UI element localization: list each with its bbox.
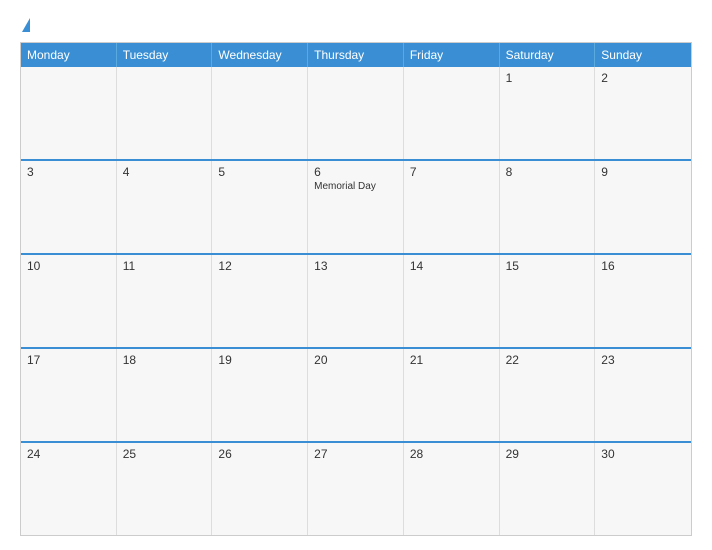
day-number: 3	[27, 165, 110, 179]
day-cell: 18	[117, 349, 213, 441]
day-number: 25	[123, 447, 206, 461]
day-cell: 29	[500, 443, 596, 535]
day-number: 15	[506, 259, 589, 273]
calendar-page: MondayTuesdayWednesdayThursdayFridaySatu…	[0, 0, 712, 550]
day-number: 26	[218, 447, 301, 461]
day-number: 21	[410, 353, 493, 367]
day-cell: 20	[308, 349, 404, 441]
day-header-monday: Monday	[21, 43, 117, 67]
day-number: 5	[218, 165, 301, 179]
day-number: 4	[123, 165, 206, 179]
day-cell: 11	[117, 255, 213, 347]
day-cell: 15	[500, 255, 596, 347]
day-cell: 27	[308, 443, 404, 535]
day-number: 1	[506, 71, 589, 85]
calendar-grid: MondayTuesdayWednesdayThursdayFridaySatu…	[20, 42, 692, 536]
day-cell: 12	[212, 255, 308, 347]
day-event: Memorial Day	[314, 181, 397, 192]
day-cell: 10	[21, 255, 117, 347]
day-cell: 7	[404, 161, 500, 253]
day-cell: 13	[308, 255, 404, 347]
day-number: 23	[601, 353, 685, 367]
day-cell: 2	[595, 67, 691, 159]
day-number: 27	[314, 447, 397, 461]
day-header-thursday: Thursday	[308, 43, 404, 67]
day-header-wednesday: Wednesday	[212, 43, 308, 67]
day-number: 18	[123, 353, 206, 367]
day-cell	[117, 67, 213, 159]
week-row-2: 3456 Memorial Day 789	[21, 159, 691, 253]
day-cell: 6 Memorial Day	[308, 161, 404, 253]
day-number: 14	[410, 259, 493, 273]
day-number: 8	[506, 165, 589, 179]
day-number: 12	[218, 259, 301, 273]
day-cell: 21	[404, 349, 500, 441]
day-header-tuesday: Tuesday	[117, 43, 213, 67]
day-header-saturday: Saturday	[500, 43, 596, 67]
day-header-sunday: Sunday	[595, 43, 691, 67]
day-number: 11	[123, 259, 206, 273]
day-number: 7	[410, 165, 493, 179]
day-cell: 25	[117, 443, 213, 535]
day-cell: 17	[21, 349, 117, 441]
day-cell	[21, 67, 117, 159]
day-number: 28	[410, 447, 493, 461]
day-number: 6	[314, 165, 397, 179]
day-number: 13	[314, 259, 397, 273]
logo	[20, 18, 30, 32]
day-cell	[308, 67, 404, 159]
weeks-container: 123456Memorial Day7891011121314151617181…	[21, 67, 691, 535]
day-headers-row: MondayTuesdayWednesdayThursdayFridaySatu…	[21, 43, 691, 67]
day-cell	[404, 67, 500, 159]
day-number: 10	[27, 259, 110, 273]
day-number: 22	[506, 353, 589, 367]
day-cell: 5	[212, 161, 308, 253]
day-number: 29	[506, 447, 589, 461]
day-cell: 14	[404, 255, 500, 347]
calendar-header	[20, 18, 692, 32]
day-number: 20	[314, 353, 397, 367]
day-cell	[212, 67, 308, 159]
day-header-friday: Friday	[404, 43, 500, 67]
week-row-5: 24 25 26 27 28 29 30	[21, 441, 691, 535]
day-cell: 16	[595, 255, 691, 347]
day-cell: 4	[117, 161, 213, 253]
week-row-1: 12	[21, 67, 691, 159]
day-number: 2	[601, 71, 685, 85]
day-cell: 3	[21, 161, 117, 253]
day-number: 17	[27, 353, 110, 367]
day-cell: 26	[212, 443, 308, 535]
day-cell: 19	[212, 349, 308, 441]
day-number: 30	[601, 447, 685, 461]
day-cell: 23	[595, 349, 691, 441]
logo-triangle-icon	[22, 18, 30, 32]
day-number: 9	[601, 165, 685, 179]
week-row-4: 17 18 19 20 21 22 23	[21, 347, 691, 441]
week-row-3: 10 11 12 13 14 15 16	[21, 253, 691, 347]
day-number: 24	[27, 447, 110, 461]
day-number: 16	[601, 259, 685, 273]
day-cell: 1	[500, 67, 596, 159]
day-cell: 22	[500, 349, 596, 441]
day-cell: 9	[595, 161, 691, 253]
day-cell: 30	[595, 443, 691, 535]
day-number: 19	[218, 353, 301, 367]
day-cell: 8	[500, 161, 596, 253]
day-cell: 24	[21, 443, 117, 535]
day-cell: 28	[404, 443, 500, 535]
